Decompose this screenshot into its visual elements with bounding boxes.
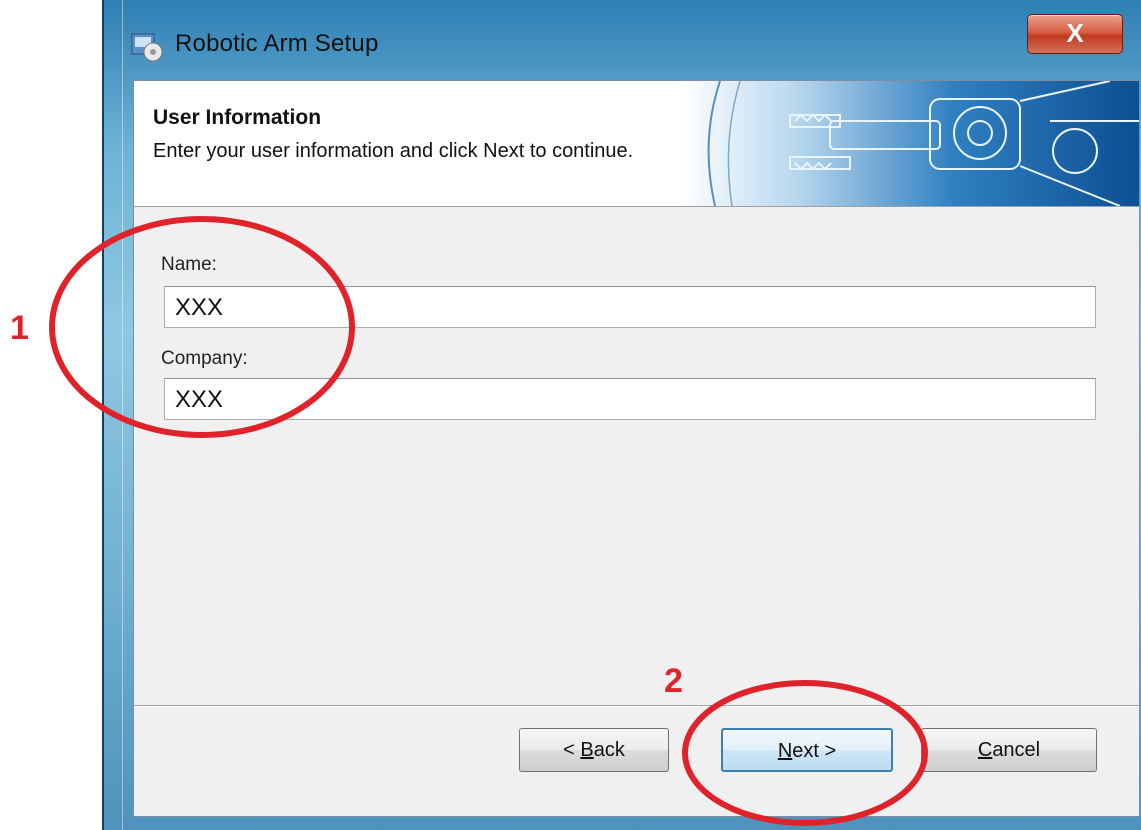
company-field[interactable]: XXX bbox=[164, 378, 1096, 420]
dialog-client-area: User Information Enter your user informa… bbox=[133, 80, 1140, 817]
page-subtitle: Enter your user information and click Ne… bbox=[153, 140, 634, 162]
wizard-header: User Information Enter your user informa… bbox=[134, 81, 1139, 207]
annotation-number-1: 1 bbox=[10, 309, 29, 347]
annotation-number-2: 2 bbox=[664, 662, 683, 700]
cancel-button[interactable]: Cancel bbox=[921, 728, 1097, 772]
company-label: Company: bbox=[161, 348, 248, 369]
window-title: Robotic Arm Setup bbox=[175, 30, 379, 57]
name-field[interactable]: XXX bbox=[164, 286, 1096, 328]
setup-installer-icon bbox=[131, 33, 163, 62]
close-button[interactable]: X bbox=[1027, 14, 1123, 54]
name-label: Name: bbox=[161, 254, 217, 275]
back-button[interactable]: < Back bbox=[519, 728, 669, 772]
robotic-arm-banner bbox=[680, 81, 1139, 206]
page-title: User Information bbox=[153, 106, 322, 129]
next-button[interactable]: Next > bbox=[721, 728, 893, 772]
